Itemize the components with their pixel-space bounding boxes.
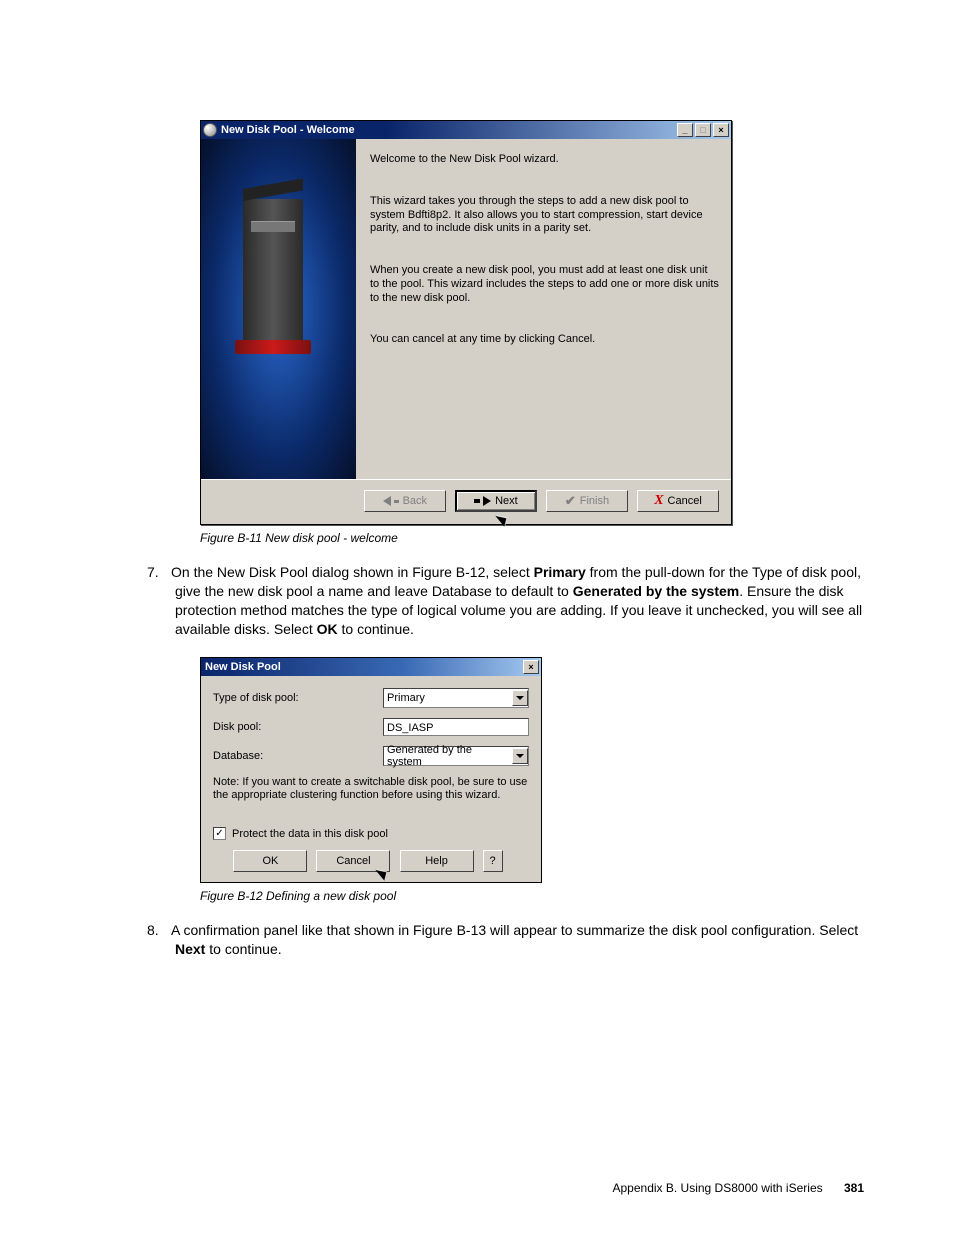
titlebar[interactable]: New Disk Pool - Welcome _ □ × <box>201 121 731 139</box>
close-button[interactable]: × <box>713 123 729 137</box>
arrow-left-icon <box>383 496 391 506</box>
database-label: Database: <box>213 750 383 762</box>
wizard-text: This wizard takes you through the steps … <box>370 195 719 236</box>
step-text: 8.A confirmation panel like that shown i… <box>175 921 864 959</box>
minimize-button[interactable]: _ <box>677 123 693 137</box>
wizard-text-panel: Welcome to the New Disk Pool wizard. Thi… <box>356 139 731 479</box>
wizard-text: When you create a new disk pool, you mus… <box>370 264 719 305</box>
database-dropdown[interactable]: Generated by the system <box>383 746 529 766</box>
wizard-text: You can cancel at any time by clicking C… <box>370 333 719 347</box>
page-number: 381 <box>844 1181 864 1195</box>
arrow-right-icon <box>483 496 491 506</box>
step-text: 7.On the New Disk Pool dialog shown in F… <box>175 563 864 639</box>
list-number: 7. <box>147 563 171 582</box>
wizard-window: New Disk Pool - Welcome _ □ × Welcome to… <box>200 120 732 525</box>
chevron-down-icon[interactable] <box>512 690 528 706</box>
diskpool-input[interactable]: DS_IASP <box>383 718 529 736</box>
page-footer: Appendix B. Using DS8000 with iSeries 38… <box>613 1181 865 1195</box>
figure-caption: Figure B-12 Defining a new disk pool <box>200 889 864 903</box>
computer-tower-icon <box>243 199 303 344</box>
ok-button[interactable]: OK <box>233 850 307 872</box>
window-title: New Disk Pool <box>203 661 281 673</box>
figure-caption: Figure B-11 New disk pool - welcome <box>200 531 864 545</box>
wizard-button-bar: Back Next ✔ Finish X Cancel <box>201 479 731 524</box>
note-text: Note: If you want to create a switchable… <box>213 776 529 804</box>
chevron-down-icon[interactable] <box>512 748 528 764</box>
diskpool-label: Disk pool: <box>213 721 383 733</box>
cancel-button[interactable]: X Cancel <box>637 490 719 512</box>
check-icon: ✔ <box>565 493 576 509</box>
back-button[interactable]: Back <box>364 490 446 512</box>
close-button[interactable]: × <box>523 660 539 674</box>
x-icon: X <box>654 493 663 509</box>
context-help-button[interactable]: ? <box>483 850 503 872</box>
titlebar[interactable]: New Disk Pool × <box>201 658 541 676</box>
window-title: New Disk Pool - Welcome <box>221 124 355 136</box>
type-label: Type of disk pool: <box>213 692 383 704</box>
protect-label: Protect the data in this disk pool <box>232 828 388 840</box>
dialog-window: New Disk Pool × Type of disk pool: Prima… <box>200 657 542 884</box>
wizard-image-panel <box>201 139 356 479</box>
protect-checkbox[interactable]: ✓ <box>213 827 226 840</box>
type-dropdown[interactable]: Primary <box>383 688 529 708</box>
globe-icon <box>203 123 217 137</box>
wizard-text: Welcome to the New Disk Pool wizard. <box>370 153 719 167</box>
finish-button[interactable]: ✔ Finish <box>546 490 628 512</box>
next-button[interactable]: Next <box>455 490 537 512</box>
help-button[interactable]: Help <box>400 850 474 872</box>
list-number: 8. <box>147 921 171 940</box>
maximize-button[interactable]: □ <box>695 123 711 137</box>
